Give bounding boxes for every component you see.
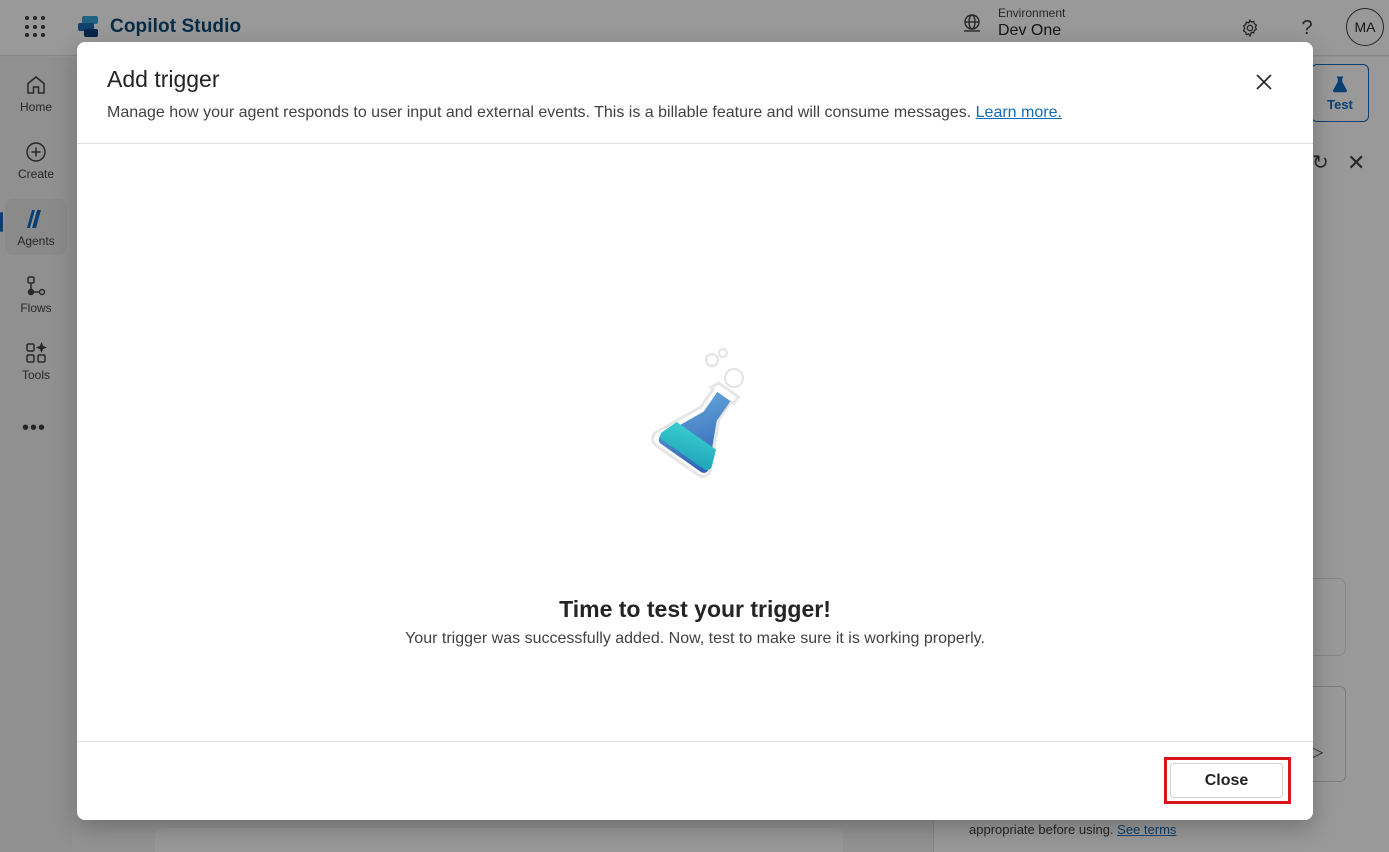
dialog-close-icon[interactable]: [1252, 70, 1276, 94]
learn-more-link[interactable]: Learn more.: [976, 104, 1062, 121]
success-heading: Time to test your trigger!: [559, 596, 831, 622]
success-subtext: Your trigger was successfully added. Now…: [405, 630, 985, 647]
close-button[interactable]: Close: [1170, 763, 1283, 798]
dialog-footer: Close: [77, 741, 1313, 820]
dialog-title: Add trigger: [107, 66, 220, 92]
dialog-description: Manage how your agent responds to user i…: [107, 104, 1062, 122]
add-trigger-dialog: Add trigger Manage how your agent respon…: [77, 42, 1313, 820]
dialog-header: Add trigger Manage how your agent respon…: [77, 42, 1313, 144]
dialog-description-text: Manage how your agent responds to user i…: [107, 104, 972, 121]
dialog-body: Time to test your trigger! Your trigger …: [77, 144, 1313, 741]
flask-illustration-icon: [651, 348, 744, 478]
